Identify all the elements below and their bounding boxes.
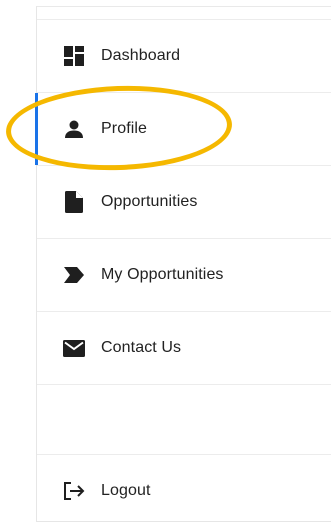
nav-item-label: My Opportunities bbox=[101, 266, 224, 283]
person-icon bbox=[63, 118, 85, 140]
nav-item-dashboard[interactable]: Dashboard bbox=[37, 20, 331, 93]
document-icon bbox=[63, 191, 85, 213]
logout-label: Logout bbox=[101, 482, 151, 499]
sidebar-nav: Dashboard Profile Opportunities My Oppor… bbox=[35, 6, 331, 522]
nav-top-divider bbox=[37, 7, 331, 20]
nav-item-contact-us[interactable]: Contact Us bbox=[37, 312, 331, 385]
nav-item-label: Profile bbox=[101, 120, 148, 137]
envelope-icon bbox=[63, 337, 85, 359]
chevron-tag-icon bbox=[63, 264, 85, 286]
nav-item-opportunities[interactable]: Opportunities bbox=[37, 166, 331, 239]
logout-button[interactable]: Logout bbox=[37, 455, 331, 526]
nav-item-label: Contact Us bbox=[101, 339, 182, 356]
nav-item-profile[interactable]: Profile bbox=[35, 93, 331, 166]
dashboard-icon bbox=[63, 45, 85, 67]
nav-item-label: Opportunities bbox=[101, 193, 198, 210]
nav-spacer bbox=[37, 385, 331, 455]
nav-item-label: Dashboard bbox=[101, 47, 181, 64]
nav-item-my-opportunities[interactable]: My Opportunities bbox=[37, 239, 331, 312]
logout-icon bbox=[63, 480, 85, 502]
